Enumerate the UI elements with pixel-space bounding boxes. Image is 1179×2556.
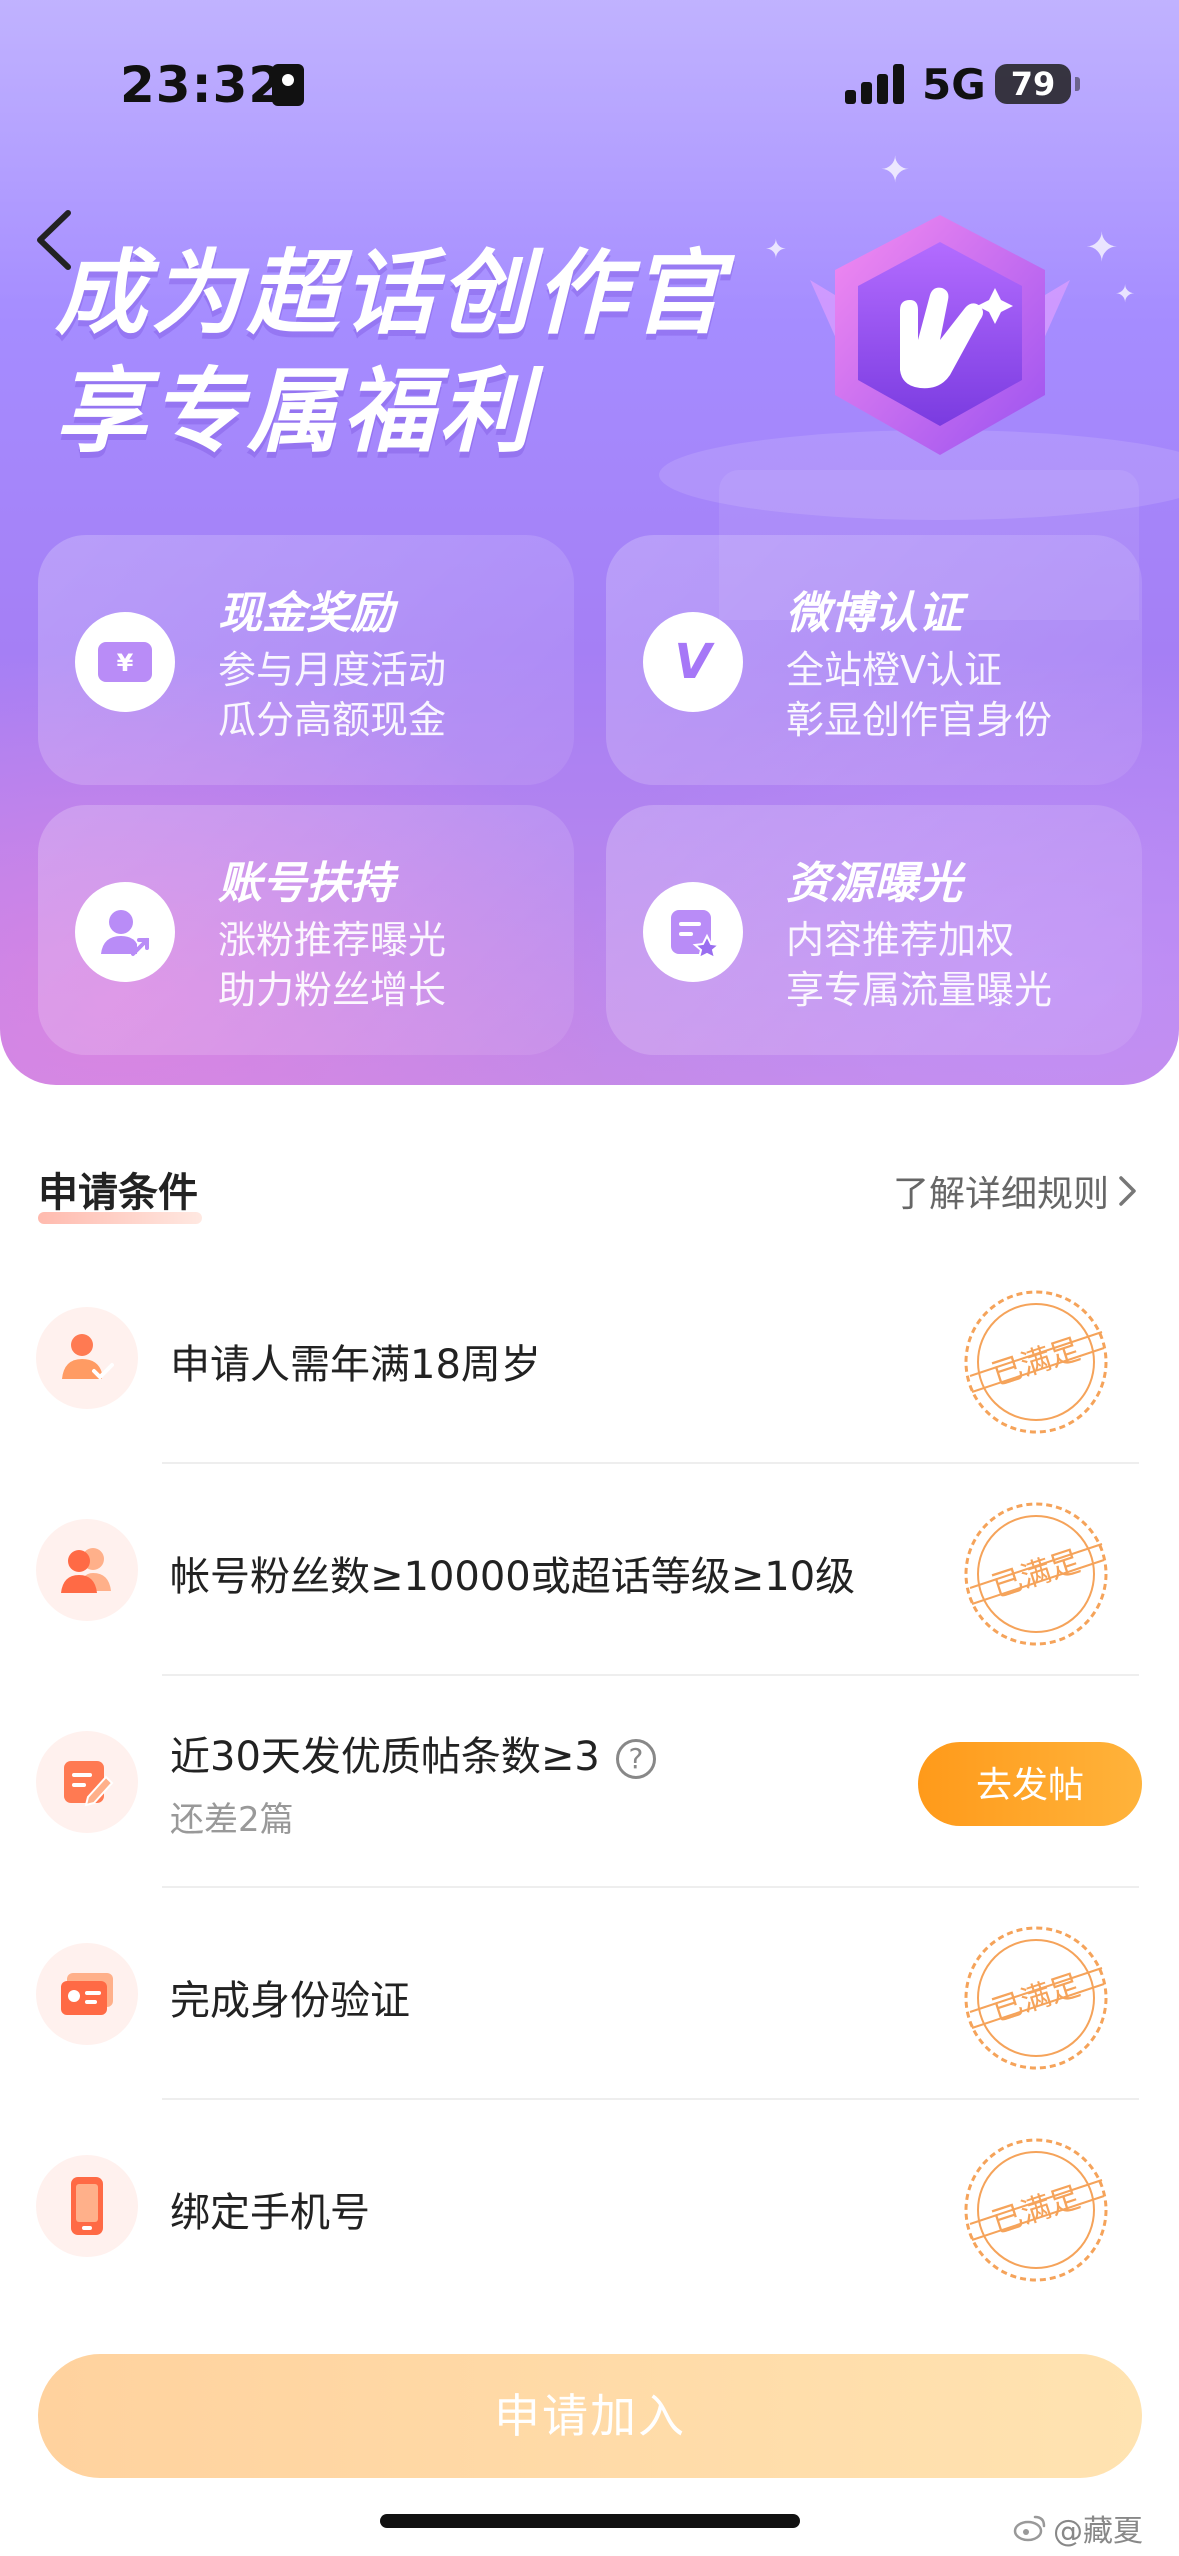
benefit-desc-line: 享专属流量曝光 [786,968,1053,1012]
creator-badge-icon [810,215,1070,455]
cash-ticket-icon: ¥ [75,612,175,712]
satisfied-stamp-icon: 已满足 [964,2138,1108,2282]
chevron-right-icon [1119,1176,1136,1206]
condition-remaining: 还差2篇 [170,1800,294,1840]
benefit-desc-line: 内容推荐加权 [786,918,1015,962]
benefit-desc-line: 助力粉丝增长 [218,968,447,1012]
question-help-icon[interactable]: ? [615,1739,656,1779]
phone-icon [36,2155,138,2257]
headline-line-2: 享专属福利 [55,358,536,465]
svg-text:V: V [674,634,715,690]
satisfied-stamp-icon: 已满足 [964,1926,1108,2070]
hero-banner: ✦ ✦ ✦ ✦ 23:32 5G 79 成为超话创作官 享专属福利 ¥ 现金奖励… [0,0,1179,1085]
stamp-text: 已满足 [988,1544,1084,1605]
benefit-title: 现金奖励 [218,588,394,639]
benefit-desc-line: 彰显创作官身份 [786,698,1053,742]
watermark-text: @藏夏 [1053,2514,1143,2549]
satisfied-stamp-icon: 已满足 [964,1502,1108,1646]
benefit-card-cash[interactable]: ¥ 现金奖励 参与月度活动 瓜分高额现金 [38,535,574,785]
condition-text: 近30天发优质帖条数≥3? [170,1724,656,1782]
hero-headline: 成为超话创作官 享专属福利 [55,235,727,471]
cellular-signal-icon [845,64,907,104]
adult-user-icon [36,1307,138,1409]
benefit-title: 资源曝光 [786,858,962,909]
battery-icon: 79 [995,64,1080,104]
benefit-desc-line: 参与月度活动 [218,648,447,692]
benefit-desc-line: 瓜分高额现金 [218,698,447,742]
satisfied-stamp-icon: 已满足 [964,1290,1108,1434]
edit-post-icon [36,1731,138,1833]
status-time: 23:32 [120,56,285,114]
benefit-desc: 涨粉推荐曝光 助力粉丝增长 [218,915,446,1015]
benefit-card-account-support[interactable]: 账号扶持 涨粉推荐曝光 助力粉丝增长 [38,805,574,1055]
stamp-text: 已满足 [988,1968,1084,2029]
benefit-desc: 参与月度活动 瓜分高额现金 [218,645,446,745]
condition-text: 完成身份验证 [170,1978,410,2024]
benefit-card-exposure[interactable]: 资源曝光 内容推荐加权 享专属流量曝光 [606,805,1142,1055]
benefit-title: 微博认证 [786,588,962,639]
stamp-text: 已满足 [988,1332,1084,1393]
benefit-desc: 全站橙V认证 彰显创作官身份 [786,645,1052,745]
svg-text:¥: ¥ [117,649,134,677]
benefit-desc: 内容推荐加权 享专属流量曝光 [786,915,1052,1015]
condition-text: 申请人需年满18周岁 [170,1342,541,1388]
user-growth-icon [75,882,175,982]
condition-text: 绑定手机号 [170,2190,370,2236]
network-type: 5G [922,60,986,109]
benefit-card-verification[interactable]: V 微博认证 全站橙V认证 彰显创作官身份 [606,535,1142,785]
sparkle-icon: ✦ [1085,225,1119,271]
contact-card-icon [272,64,304,106]
rules-link[interactable]: 了解详细规则 [893,1165,1139,1217]
headline-line-1: 成为超话创作官 [55,240,728,347]
go-post-button[interactable]: 去发帖 [918,1742,1142,1826]
sparkle-icon: ✦ [880,150,911,191]
benefit-desc-line: 涨粉推荐曝光 [218,918,447,962]
condition-row-identity: 完成身份验证 已满足 [0,1888,1179,2100]
fans-icon [36,1519,138,1621]
content-star-icon [643,882,743,982]
apply-join-button[interactable]: 申请加入 [38,2354,1142,2478]
weibo-logo-icon [1013,2515,1046,2542]
condition-row-age: 申请人需年满18周岁 已满足 [0,1252,1179,1464]
sparkle-icon: ✦ [1115,280,1136,308]
benefit-desc-line: 全站橙V认证 [786,648,1002,692]
conditions-title: 申请条件 [38,1160,202,1224]
condition-row-fans: 帐号粉丝数≥10000或超话等级≥10级 已满足 [0,1464,1179,1676]
condition-text: 帐号粉丝数≥10000或超话等级≥10级 [170,1554,856,1600]
benefit-title: 账号扶持 [218,858,394,909]
id-card-icon [36,1943,138,2045]
rules-link-label: 了解详细规则 [892,1174,1109,1215]
stamp-text: 已满足 [988,2180,1084,2241]
home-indicator[interactable] [380,2514,800,2528]
watermark: @藏夏 [1013,2506,1143,2550]
condition-text-label: 近30天发优质帖条数≥3 [170,1734,600,1780]
v-verified-icon: V [643,612,743,712]
sparkle-icon: ✦ [765,235,787,265]
condition-row-phone: 绑定手机号 已满足 [0,2100,1179,2312]
